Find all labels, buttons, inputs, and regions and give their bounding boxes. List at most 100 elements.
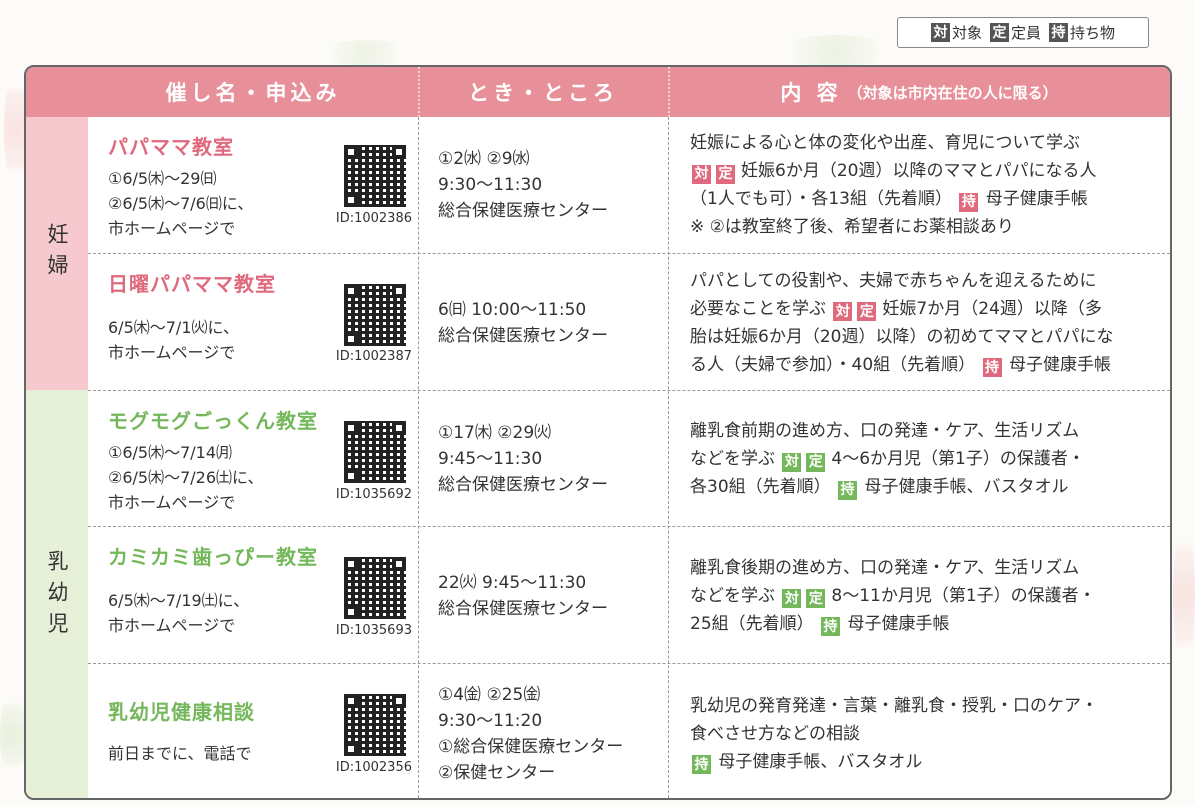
content-text: る人（夫婦で参加）・40組（先着順）: [690, 354, 976, 375]
content-line: ※ ②は教室終了後、希望者にお薬相談あり: [690, 217, 1014, 237]
qr-code[interactable]: [344, 694, 406, 756]
place-line: 総合保健医療センター: [438, 475, 608, 495]
content-line: （1人でも可）・各13組（先着順） 持 母子健康手帳: [690, 185, 1170, 213]
time-line: ①2㈬ ②9㈬: [438, 149, 530, 169]
content-line: 持 母子健康手帳、バスタオル: [690, 748, 1170, 776]
content-line: 胎は妊娠6か月（20週）以降）の初めてママとパパにな: [690, 326, 1114, 347]
category-infant: 乳幼児: [26, 390, 88, 798]
capacity-tag: 定: [716, 164, 735, 184]
content-line: る人（夫婦で参加）・40組（先着順） 持 母子健康手帳: [690, 351, 1170, 379]
belongings-tag: 持: [821, 617, 841, 636]
legend-label: 持ち物: [1070, 24, 1116, 42]
content-line: などを学ぶ 対定 4～6か月児（第1子）の保護者・: [690, 445, 1170, 473]
time-line: 22㈫ 9:45～11:30: [438, 572, 587, 593]
content-line: などを学ぶ 対定 8～11か月児（第1子）の保護者・: [690, 582, 1170, 610]
place-line: 総合保健医療センター: [438, 598, 608, 619]
legend-tag: 持: [1049, 23, 1068, 42]
header-content-note: （対象は市内在住の人に限る）: [847, 83, 1058, 102]
header-content-label: 内 容: [780, 81, 842, 105]
floral-decoration: [775, 35, 895, 67]
time-line: ①4㈮ ②25㈮: [438, 684, 541, 705]
legend-tag: 対: [930, 23, 950, 42]
content-cell: 乳幼児の発育発達・言葉・離乳食・授乳・口のケア・ 食べさせ方などの相談 持 母子…: [668, 664, 1170, 798]
belongings-tag: 持: [982, 358, 1002, 377]
content-cell: 離乳食後期の進め方、口の発達・ケア、生活リズム などを学ぶ 対定 8～11か月児（…: [668, 527, 1170, 664]
content-line: 妊娠による心と体の変化や出産、育児について学ぶ: [690, 133, 1080, 153]
table-row: モグモグごっくん教室 ①6/5㈭～7/14㈪ ②6/5㈭～7/26㈯に、 市ホー…: [88, 390, 1170, 527]
table-header: 催し名・申込み とき・ところ 内 容 （対象は市内在住の人に限る）: [26, 67, 1170, 117]
legend-label: 対象: [951, 24, 982, 42]
content-text: 25組（先着順）: [690, 613, 814, 634]
content-cell: パパとしての役割や、夫婦で赤ちゃんを迎えるために 必要なことを学ぶ 対定妊娠7か…: [668, 254, 1170, 391]
event-cell: パパママ教室 ①6/5㈭～29㈰ ②6/5㈭～7/6㈰に、 市ホームページで I…: [88, 117, 418, 253]
header-event-name: 催し名・申込み: [165, 81, 341, 105]
content-line: 食べさせ方などの相談: [690, 723, 860, 744]
table-row: 乳幼児健康相談 前日までに、電話で ID:1002356 ①4㈮ ②25㈮ 9:…: [88, 663, 1170, 798]
legend-item-target: 対 対象: [930, 22, 982, 43]
content-text: 8～11か月児（第1子）の保護者・: [831, 585, 1096, 606]
content-text: などを学ぶ: [690, 585, 775, 606]
qr-id: ID:1035693: [335, 623, 412, 638]
content-text: 妊娠6か月（20週）以降のママとパパになる人: [741, 161, 1097, 181]
target-tag: 対: [782, 589, 802, 608]
content-text: 各30組（先着順）: [690, 477, 831, 497]
place-line: ②保健センター: [438, 762, 556, 783]
content-line: 離乳食後期の進め方、口の発達・ケア、生活リズム: [690, 557, 1080, 578]
content-text: 母子健康手帳: [1008, 354, 1111, 375]
time-line: 9:30～11:30: [438, 175, 543, 195]
place-line: 総合保健医療センター: [438, 325, 608, 346]
content-line: 各30組（先着順） 持 母子健康手帳、バスタオル: [690, 473, 1170, 501]
event-cell: 乳幼児健康相談 前日までに、電話で ID:1002356: [88, 664, 418, 798]
event-cell: 日曜パパママ教室 6/5㈭～7/1㈫に、 市ホームページで ID:1002387: [88, 254, 418, 391]
legend-item-capacity: 定 定員: [989, 22, 1041, 43]
header-time-place: とき・ところ: [468, 81, 618, 105]
qr-id: ID:1002386: [335, 211, 412, 226]
time-line: 9:30～11:20: [438, 710, 543, 731]
belongings-tag: 持: [692, 755, 711, 774]
content-line: 25組（先着順） 持 母子健康手帳: [690, 610, 1170, 638]
belongings-tag: 持: [959, 192, 979, 212]
event-cell: カミカミ歯っぴー教室 6/5㈭～7/19㈯に、 市ホームページで ID:1035…: [88, 527, 418, 664]
content-line: 必要なことを学ぶ 対定妊娠7か月（24週）以降（多: [690, 295, 1170, 323]
time-place-cell: 6㈰ 10:00～11:50 総合保健医療センター: [418, 254, 668, 391]
qr-id: ID:1035692: [335, 487, 412, 502]
floral-decoration: [1173, 520, 1195, 670]
content-text: 必要なことを学ぶ: [690, 298, 826, 319]
content-cell: 離乳食前期の進め方、口の発達・ケア、生活リズム などを学ぶ 対定 4～6か月児（第…: [668, 391, 1170, 527]
content-line: 離乳食前期の進め方、口の発達・ケア、生活リズム: [690, 421, 1080, 441]
table-row: 日曜パパママ教室 6/5㈭～7/1㈫に、 市ホームページで ID:1002387…: [88, 253, 1170, 391]
qr-id: ID:1002387: [335, 349, 412, 364]
content-text: 母子健康手帳、バスタオル: [718, 751, 923, 772]
qr-code[interactable]: [344, 284, 406, 346]
content-text: などを学ぶ: [690, 449, 775, 469]
time-line: 9:45～11:30: [438, 449, 543, 469]
header-content: 内 容 （対象は市内在住の人に限る）: [668, 67, 1170, 117]
target-tag: 対: [782, 452, 802, 472]
time-place-cell: 22㈫ 9:45～11:30 総合保健医療センター: [418, 527, 668, 664]
place-line: 総合保健医療センター: [438, 201, 608, 221]
content-line: 対定妊娠6か月（20週）以降のママとパパになる人: [690, 157, 1170, 185]
time-place-cell: ①4㈮ ②25㈮ 9:30～11:20 ①総合保健医療センター ②保健センター: [418, 664, 668, 798]
belongings-tag: 持: [838, 480, 858, 500]
event-cell: モグモグごっくん教室 ①6/5㈭～7/14㈪ ②6/5㈭～7/26㈯に、 市ホー…: [88, 391, 418, 527]
legend-tag: 定: [989, 23, 1009, 42]
event-table: 催し名・申込み とき・ところ 内 容 （対象は市内在住の人に限る） 妊婦 乳幼児…: [24, 65, 1172, 800]
qr-code[interactable]: [344, 421, 406, 483]
content-line: 乳幼児の発育発達・言葉・離乳食・授乳・口のケア・: [690, 695, 1098, 716]
content-text: 妊娠7か月（24週）以降（多: [882, 298, 1102, 319]
content-text: 母子健康手帳: [847, 613, 950, 634]
content-text: （1人でも可）・各13組（先着順）: [690, 189, 952, 209]
capacity-tag: 定: [806, 589, 826, 608]
target-tag: 対: [833, 302, 853, 321]
qr-code[interactable]: [344, 145, 406, 207]
table-row: カミカミ歯っぴー教室 6/5㈭～7/19㈯に、 市ホームページで ID:1035…: [88, 526, 1170, 664]
legend-box: 対 対象 定 定員 持 持ち物: [897, 17, 1149, 48]
legend-item-belongings: 持 持ち物: [1049, 22, 1115, 43]
time-place-cell: ①17㈭ ②29㈫ 9:45～11:30 総合保健医療センター: [418, 391, 668, 527]
qr-code[interactable]: [344, 557, 406, 619]
floral-decoration: [320, 40, 410, 66]
content-text: 母子健康手帳、バスタオル: [864, 477, 1069, 497]
content-text: 母子健康手帳: [985, 189, 1088, 209]
capacity-tag: 定: [857, 302, 877, 321]
time-line: ①17㈭ ②29㈫: [438, 423, 552, 443]
